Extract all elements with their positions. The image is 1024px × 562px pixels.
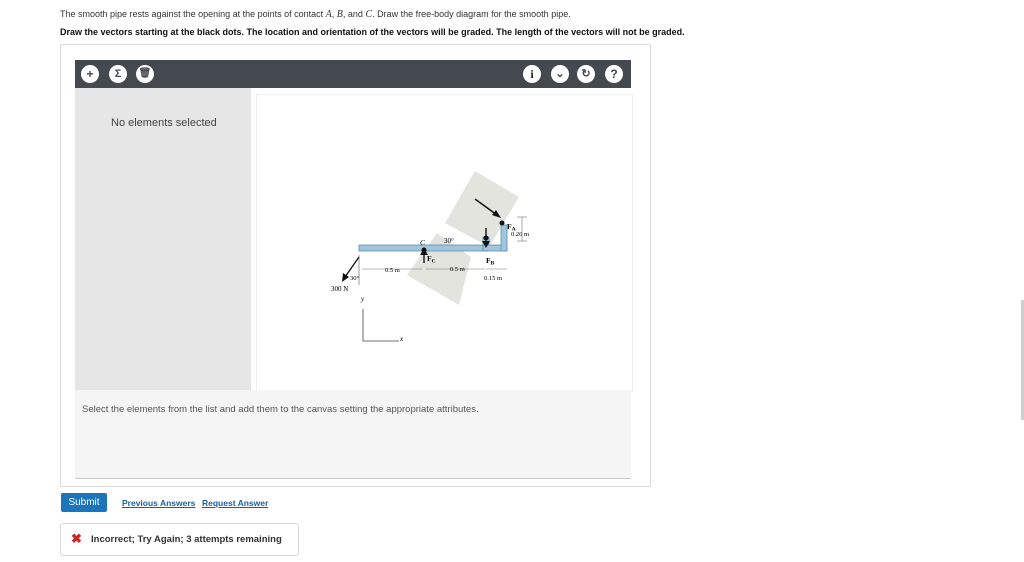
help-icon[interactable]: ? bbox=[605, 65, 623, 83]
drawing-toolbar: + Σ 🗑 i ⌄ ↻ ? bbox=[75, 60, 631, 88]
chevron-down-icon[interactable]: ⌄ bbox=[551, 65, 569, 83]
load-arrow bbox=[344, 256, 360, 278]
question-text: The smooth pipe rests against the openin… bbox=[60, 9, 571, 20]
label-axis-x: x bbox=[399, 335, 404, 343]
drawing-canvas[interactable]: C 30° FC FB FA 0.26 m 0.5 m 0.5 m 0.15 m… bbox=[256, 94, 633, 392]
reset-icon[interactable]: ↻ bbox=[577, 65, 595, 83]
sum-icon[interactable]: Σ bbox=[109, 65, 127, 83]
wall-upper bbox=[445, 171, 519, 247]
label-dim-026: 0.26 m bbox=[511, 231, 529, 238]
no-elements-label: No elements selected bbox=[111, 117, 217, 129]
coordinate-axes bbox=[362, 309, 399, 342]
label-angle-load: 30° bbox=[350, 275, 360, 282]
submit-button[interactable]: Submit bbox=[61, 493, 107, 512]
label-angle-top: 30° bbox=[444, 237, 454, 245]
feedback-message: Incorrect; Try Again; 3 attempts remaini… bbox=[91, 534, 282, 545]
pipe-figure: C 30° FC FB FA 0.26 m 0.5 m 0.5 m 0.15 m… bbox=[331, 171, 529, 343]
label-axis-y: y bbox=[360, 295, 365, 303]
hint-text: Select the elements from the list and ad… bbox=[82, 404, 479, 415]
add-icon[interactable]: + bbox=[81, 65, 99, 83]
question-instructions: Draw the vectors starting at the black d… bbox=[60, 27, 685, 37]
element-list-panel: No elements selected bbox=[75, 88, 251, 390]
label-dim-05-right: 0.5 m bbox=[450, 266, 465, 273]
request-answer-link[interactable]: Request Answer bbox=[202, 498, 268, 508]
trash-icon[interactable]: 🗑 bbox=[136, 65, 154, 83]
label-fb: FB bbox=[486, 256, 495, 267]
contact-dot-a[interactable] bbox=[499, 220, 505, 226]
label-dim-015: 0.15 m bbox=[484, 275, 502, 282]
previous-answers-link[interactable]: Previous Answers bbox=[122, 498, 195, 508]
hint-area: Select the elements from the list and ad… bbox=[75, 390, 631, 479]
label-load: 300 N bbox=[331, 285, 348, 293]
label-dim-05-left: 0.5 m bbox=[385, 267, 400, 274]
info-icon[interactable]: i bbox=[523, 65, 541, 83]
load-arrowhead bbox=[342, 273, 349, 282]
feedback-box: ✖ Incorrect; Try Again; 3 attempts remai… bbox=[60, 523, 299, 556]
error-icon: ✖ bbox=[71, 531, 82, 546]
